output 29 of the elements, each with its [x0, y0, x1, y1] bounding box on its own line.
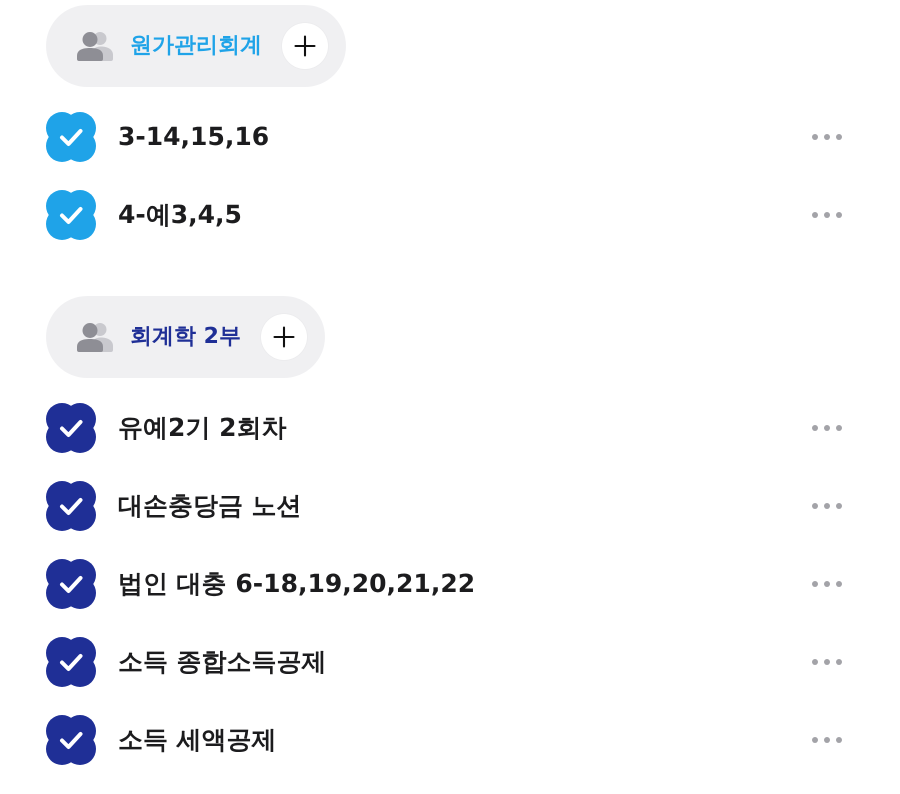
more-icon[interactable] — [812, 212, 842, 218]
more-icon[interactable] — [812, 503, 842, 509]
more-icon[interactable] — [812, 737, 842, 743]
more-icon[interactable] — [812, 134, 842, 140]
checkbox[interactable] — [46, 637, 96, 687]
people-icon — [77, 322, 113, 352]
people-icon — [77, 31, 113, 61]
checkbox[interactable] — [46, 112, 96, 162]
plus-icon — [272, 326, 295, 348]
task-title: 4-예3,4,5 — [118, 199, 243, 231]
checkbox[interactable] — [46, 403, 96, 453]
task-title: 소득 종합소득공제 — [118, 646, 328, 678]
task-title: 3-14,15,16 — [118, 121, 270, 153]
task-title: 소득 세액공제 — [118, 724, 278, 756]
checkbox[interactable] — [46, 481, 96, 531]
checkbox[interactable] — [46, 190, 96, 240]
more-icon[interactable] — [812, 425, 842, 431]
group-title: 원가관리회계 — [130, 32, 262, 60]
more-icon[interactable] — [812, 581, 842, 587]
plus-icon — [294, 35, 316, 57]
checkbox[interactable] — [46, 559, 96, 609]
task-title: 유예2기 2회차 — [118, 412, 288, 444]
add-button[interactable] — [260, 314, 307, 360]
task-title: 법인 대충 6-18,19,20,21,22 — [118, 568, 476, 600]
more-icon[interactable] — [812, 659, 842, 665]
task-title: 대손충당금 노션 — [118, 490, 303, 522]
checkbox[interactable] — [46, 715, 96, 765]
add-button[interactable] — [282, 23, 328, 69]
group-title: 회계학 2부 — [130, 323, 241, 351]
